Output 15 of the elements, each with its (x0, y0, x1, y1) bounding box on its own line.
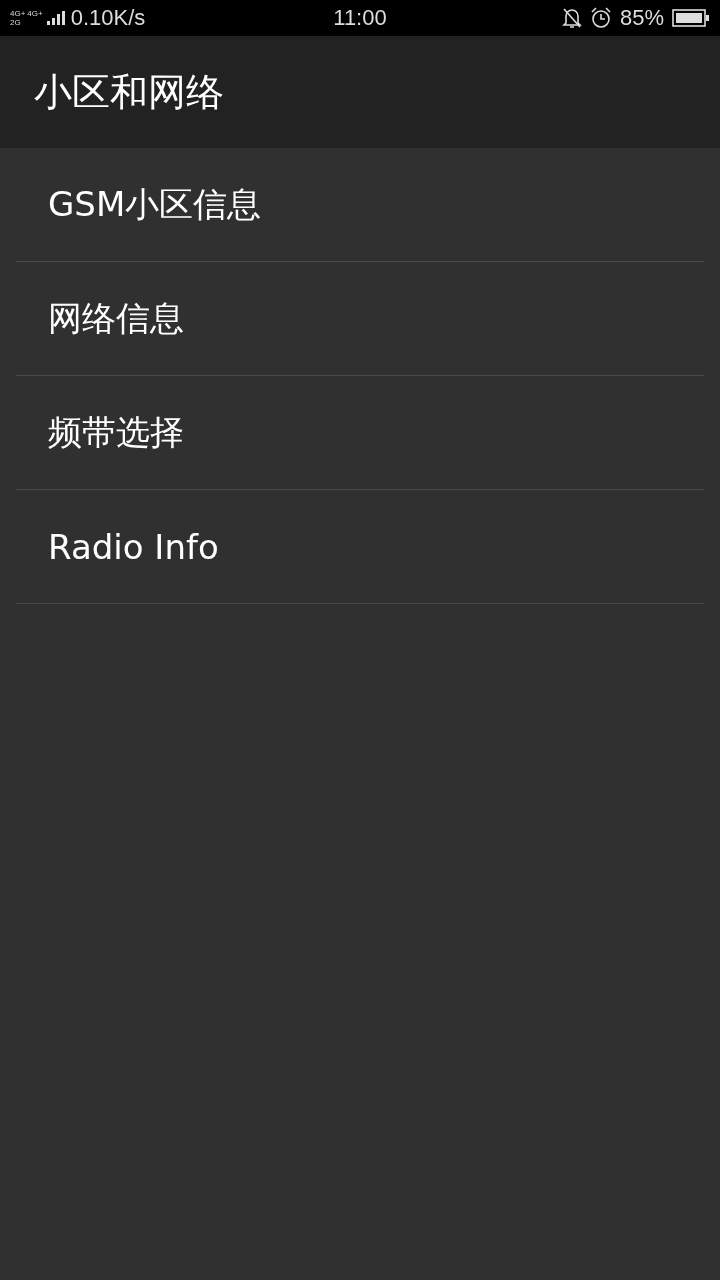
page-title: 小区和网络 (34, 68, 224, 116)
alarm-icon (589, 7, 612, 29)
menu-item[interactable]: 网络信息 (16, 262, 704, 376)
network-type: 2G (10, 18, 22, 27)
network-type: 4G+ (10, 9, 26, 18)
battery-icon (672, 9, 710, 27)
network-speed: 0.10K/s (70, 5, 146, 31)
bell-off-icon (561, 7, 582, 29)
menu-item[interactable]: Radio Info (16, 490, 704, 604)
battery-percent: 85% (619, 5, 664, 31)
menu-item[interactable]: GSM小区信息 (16, 148, 704, 262)
signal-icon (46, 11, 67, 25)
network-type: 4G+ (27, 9, 43, 18)
clock: 11:00 (333, 5, 387, 31)
menu-item[interactable]: 频带选择 (16, 376, 704, 490)
